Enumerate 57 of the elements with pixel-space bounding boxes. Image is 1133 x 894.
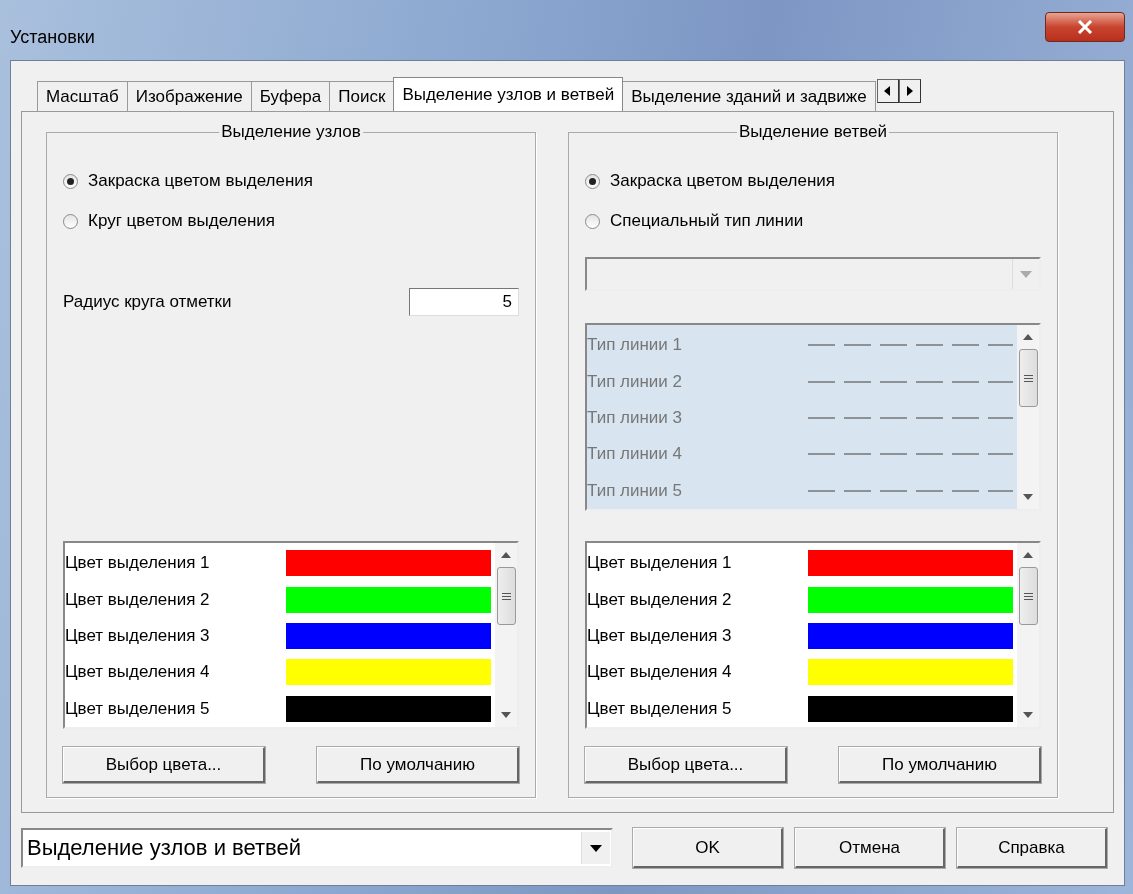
radio-label: Круг цветом выделения	[88, 211, 276, 231]
radio-button[interactable]	[63, 173, 78, 189]
scroll-thumb[interactable]	[496, 567, 516, 625]
radio-option[interactable]: Круг цветом выделения	[63, 201, 519, 241]
radius-field[interactable]: 5	[409, 288, 519, 316]
color-label[interactable]: Цвет выделения 3	[587, 626, 732, 646]
dropdown-arrow-icon	[1020, 270, 1032, 278]
color-label[interactable]: Цвет выделения 3	[65, 626, 210, 646]
color-list[interactable]: Цвет выделения 1 Цвет выделения 2 Цвет выделения 3 Цвет выделения 4 Цвет выделения 5	[585, 541, 1041, 729]
radio-button[interactable]	[63, 213, 78, 229]
radio-option[interactable]: Закраска цветом выделения	[63, 161, 519, 201]
dropdown-arrow-icon	[590, 844, 602, 852]
dialog-button[interactable]: Справка	[957, 828, 1107, 868]
group-title: Выделение узлов	[219, 122, 363, 142]
field-label: Радиус круга отметки	[63, 292, 232, 312]
color-label[interactable]: Цвет выделения 5	[65, 698, 210, 719]
group-title: Выделение ветвей	[736, 122, 890, 142]
close-button[interactable]	[1045, 12, 1125, 42]
dialog-button[interactable]: По умолчанию	[839, 747, 1041, 783]
radio-label: Закраска цветом выделения	[610, 171, 835, 191]
dialog-button[interactable]: Выбор цвета...	[63, 747, 265, 783]
radio-label: Специальный тип линии	[610, 211, 804, 231]
color-label[interactable]: Цвет выделения 1	[65, 553, 210, 574]
color-label[interactable]: Цвет выделения 1	[587, 553, 732, 574]
scroll-down-icon[interactable]	[500, 711, 512, 719]
radio-button[interactable]	[585, 173, 600, 189]
tab-scroll-right-button[interactable]	[898, 79, 921, 103]
scrollbar[interactable]	[1017, 543, 1039, 727]
dropdown-value: Выделение узлов и ветвей	[26, 835, 302, 861]
page-dropdown[interactable]: Выделение узлов и ветвей	[21, 828, 613, 868]
scroll-thumb[interactable]	[1018, 567, 1038, 625]
scrollbar[interactable]	[495, 543, 517, 727]
scroll-up-icon[interactable]	[500, 551, 512, 559]
color-label[interactable]: Цвет выделения 2	[587, 589, 732, 610]
radio-button[interactable]	[585, 213, 600, 229]
dialog-button[interactable]: Отмена	[795, 828, 945, 868]
radio-option[interactable]: Специальный тип линии	[585, 201, 1041, 241]
tab-scroll-left-button[interactable]	[876, 79, 899, 103]
close-icon	[1077, 20, 1093, 34]
left-arrow-icon	[884, 86, 892, 96]
color-label[interactable]: Цвет выделения 5	[587, 698, 732, 719]
tab[interactable]: Выделение зданий и задвиже	[622, 81, 876, 111]
tab[interactable]: Масштаб	[37, 81, 128, 111]
scroll-down-icon[interactable]	[1022, 711, 1034, 719]
color-label[interactable]: Цвет выделения 4	[587, 662, 732, 683]
right-arrow-icon	[906, 86, 914, 96]
scroll-up-icon[interactable]	[1022, 551, 1034, 559]
dialog-button[interactable]: Выбор цвета...	[585, 747, 787, 783]
dialog-button[interactable]: По умолчанию	[317, 747, 519, 783]
color-label[interactable]: Цвет выделения 2	[65, 589, 210, 610]
radio-label: Закраска цветом выделения	[88, 171, 313, 191]
radio-option[interactable]: Закраска цветом выделения	[585, 161, 1041, 201]
color-list[interactable]: Цвет выделения 1 Цвет выделения 2 Цвет выделения 3 Цвет выделения 4 Цвет выделения 5	[63, 541, 519, 729]
color-label[interactable]: Цвет выделения 4	[65, 662, 210, 683]
tab[interactable]: Выделение узлов и ветвей	[393, 77, 624, 111]
window-title: Установки	[10, 27, 95, 48]
dialog-button[interactable]: OK	[633, 828, 783, 868]
